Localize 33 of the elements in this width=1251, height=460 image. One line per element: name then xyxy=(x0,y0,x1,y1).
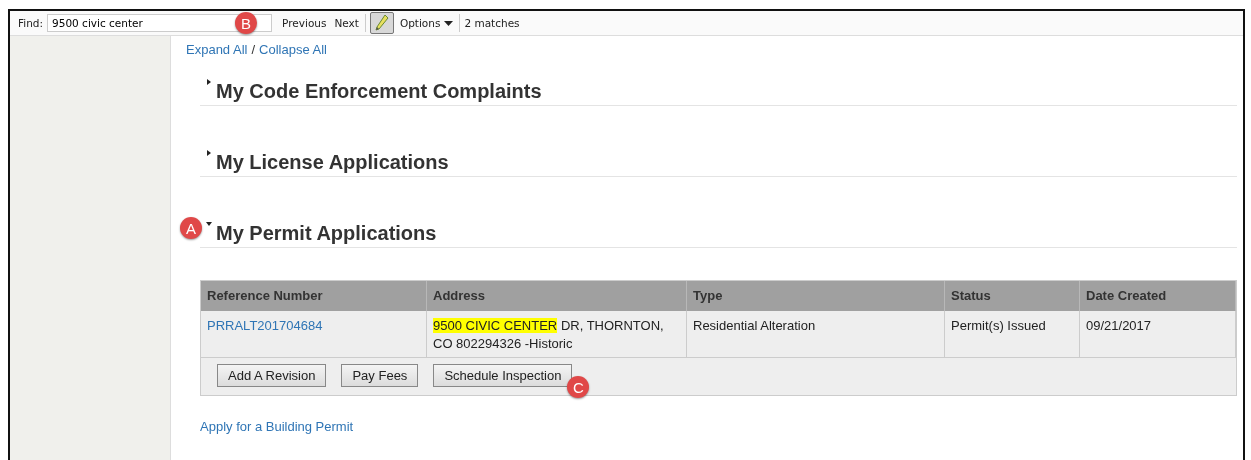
apply-permit-link[interactable]: Apply for a Building Permit xyxy=(200,419,354,434)
caret-icon xyxy=(444,20,454,26)
action-button[interactable]: Schedule Inspection xyxy=(433,364,573,387)
previous-button[interactable]: Previous xyxy=(280,17,329,29)
find-label: Find: xyxy=(18,17,44,29)
callout-badge: C xyxy=(567,376,590,398)
table-cell: 09/21/2017 xyxy=(1080,311,1236,358)
collapse-all-link[interactable]: Collapse All xyxy=(259,42,327,57)
callout-badge: B xyxy=(235,12,258,34)
expand-all-link[interactable]: Expand All xyxy=(186,42,248,57)
table-cell: Residential Alteration xyxy=(687,311,945,358)
column-header: Date Created xyxy=(1080,281,1236,311)
next-button[interactable]: Next xyxy=(332,17,361,29)
action-button[interactable]: Add A Revision xyxy=(217,364,327,387)
expand-caret-icon[interactable] xyxy=(206,150,212,156)
section-heading[interactable]: My Permit Applications xyxy=(216,222,437,245)
column-header: Reference Number xyxy=(201,281,427,311)
highlight-toggle[interactable] xyxy=(369,12,394,34)
match-count: 2 matches xyxy=(464,17,520,29)
section-heading[interactable]: My License Applications xyxy=(216,151,449,174)
callout-badge: A xyxy=(180,217,202,239)
section-heading[interactable]: My Code Enforcement Complaints xyxy=(216,80,542,103)
collapse-caret-icon[interactable] xyxy=(206,221,212,227)
column-header: Status xyxy=(945,281,1080,311)
action-button[interactable]: Pay Fees xyxy=(341,364,419,387)
table-cell: 9500 CIVIC CENTER DR, THORNTON, CO 802294326 -Historic xyxy=(427,311,687,358)
link-separator: / xyxy=(251,42,256,57)
reference-link[interactable]: PRRALT201704684 xyxy=(207,318,323,333)
options-dropdown[interactable]: Options xyxy=(397,17,456,29)
table-cell: Permit(s) Issued xyxy=(945,311,1080,358)
column-header: Address xyxy=(427,281,687,311)
expand-caret-icon[interactable] xyxy=(206,79,212,85)
column-header: Type xyxy=(687,281,945,311)
